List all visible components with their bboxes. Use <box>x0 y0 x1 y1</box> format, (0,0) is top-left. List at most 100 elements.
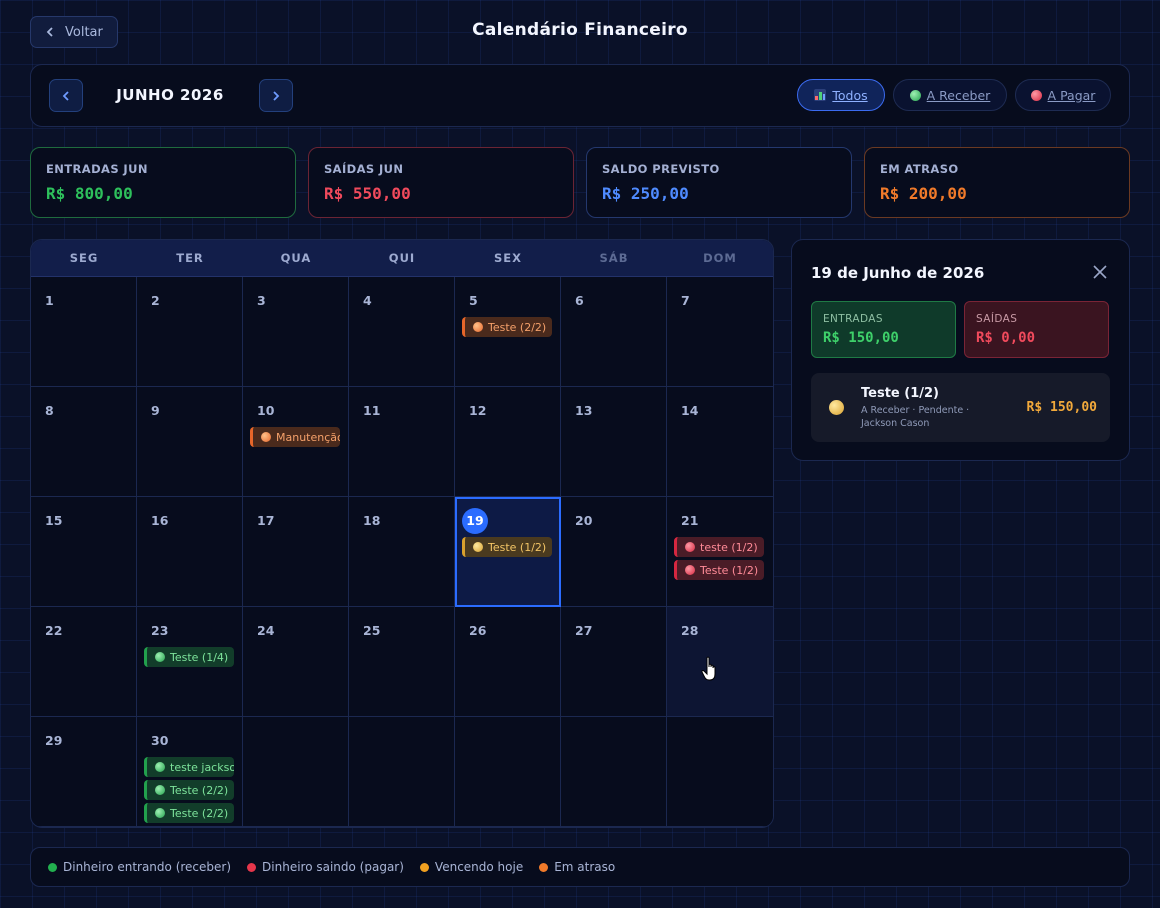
day-cell-6[interactable]: 6 <box>561 277 667 387</box>
event-chip[interactable]: Teste (1/2) <box>462 537 552 557</box>
weekday-label: QUI <box>388 251 416 265</box>
day-cell-8[interactable]: 8 <box>31 387 137 497</box>
transaction-subtitle: A Receber · Pendente · Jackson Cason <box>861 405 970 429</box>
detail-saidas-value: R$ 0,00 <box>976 330 1036 346</box>
event-chip[interactable]: Teste (2/2) <box>144 780 234 800</box>
weekday-label: TER <box>176 251 204 265</box>
day-cell-27[interactable]: 27 <box>561 607 667 717</box>
day-cell-14[interactable]: 14 <box>667 387 773 497</box>
day-cell-19[interactable]: 19 Teste (1/2) <box>455 497 561 607</box>
day-cell-13[interactable]: 13 <box>561 387 667 497</box>
day-cell-26[interactable]: 26 <box>455 607 561 717</box>
day-number: 21 <box>681 513 699 528</box>
event-chip[interactable]: Manutenção <box>250 427 340 447</box>
next-month-button[interactable] <box>259 79 293 112</box>
day-cell-17[interactable]: 17 <box>243 497 349 607</box>
event-label: Teste (2/2) <box>170 806 229 820</box>
event-chip[interactable]: teste jackson <box>144 757 234 777</box>
red-dot-icon <box>685 542 695 552</box>
day-number: 6 <box>575 293 584 308</box>
detail-entradas-label: ENTRADAS <box>823 313 883 325</box>
day-cell-22[interactable]: 22 <box>31 607 137 717</box>
day-number: 7 <box>681 293 690 308</box>
day-cell-16[interactable]: 16 <box>137 497 243 607</box>
green-dot-icon <box>48 862 57 872</box>
day-cell-7[interactable]: 7 <box>667 277 773 387</box>
event-list: Teste (2/2) <box>462 317 560 337</box>
day-cell-3[interactable]: 3 <box>243 277 349 387</box>
day-cell-29[interactable]: 29 <box>31 717 137 827</box>
orange-dot-icon <box>539 862 549 872</box>
stat-card-saldo: SALDO PREVISTO R$ 250,00 <box>586 147 852 218</box>
chevron-right-icon <box>273 90 280 101</box>
event-label: Teste (1/4) <box>170 650 229 664</box>
close-icon[interactable] <box>1092 264 1108 280</box>
day-cell-23[interactable]: 23 Teste (1/4) <box>137 607 243 717</box>
legend-item: Em atraso <box>539 860 615 874</box>
day-cell-18[interactable]: 18 <box>349 497 455 607</box>
day-number: 1 <box>45 293 54 308</box>
filter-pagar-label: A Pagar <box>1047 87 1096 103</box>
empty-day-cell <box>243 717 349 827</box>
event-chip[interactable]: Teste (2/2) <box>462 317 552 337</box>
day-cell-10[interactable]: 10 Manutenção <box>243 387 349 497</box>
day-cell-5[interactable]: 5 Teste (2/2) <box>455 277 561 387</box>
stat-card-saidas: SAÍDAS JUN R$ 550,00 <box>308 147 574 218</box>
weekday-label: SEX <box>493 251 522 265</box>
empty-day-cell <box>455 717 561 827</box>
event-chip[interactable]: Teste (1/4) <box>144 647 234 667</box>
day-cell-21[interactable]: 21 teste (1/2) Teste (1/2) <box>667 497 773 607</box>
event-chip[interactable]: Teste (2/2) <box>144 803 234 823</box>
prev-month-button[interactable] <box>49 79 83 112</box>
day-cell-9[interactable]: 9 <box>137 387 243 497</box>
day-number: 24 <box>257 623 275 638</box>
day-cell-11[interactable]: 11 <box>349 387 455 497</box>
event-chip[interactable]: Teste (1/2) <box>674 560 764 580</box>
event-label: teste jackson <box>170 760 234 774</box>
filter-todos-label: Todos <box>832 87 868 103</box>
event-label: Teste (1/2) <box>488 540 547 554</box>
event-list: Teste (1/2) <box>462 537 560 557</box>
yellow-dot-icon <box>473 542 483 552</box>
hand-cursor-icon <box>701 656 716 681</box>
month-label: JUNHO 2026 <box>116 86 224 104</box>
day-cell-15[interactable]: 15 <box>31 497 137 607</box>
weekday-label: SEG <box>69 251 99 265</box>
day-cell-30[interactable]: 30teste jackson Teste (2/2) Teste (2/2) <box>137 717 243 827</box>
transaction-title: Teste (1/2) <box>861 386 939 401</box>
stat-value: R$ 800,00 <box>46 184 133 203</box>
day-number: 16 <box>151 513 169 528</box>
day-cell-4[interactable]: 4 <box>349 277 455 387</box>
day-cell-24[interactable]: 24 <box>243 607 349 717</box>
event-chip[interactable]: teste (1/2) <box>674 537 764 557</box>
day-number: 11 <box>363 403 381 418</box>
day-cell-2[interactable]: 2 <box>137 277 243 387</box>
stat-card-atraso: EM ATRASO R$ 200,00 <box>864 147 1130 218</box>
chevron-left-icon <box>62 90 69 101</box>
red-dot-icon <box>1030 89 1042 101</box>
yellow-dot-icon <box>419 862 429 872</box>
day-number: 13 <box>575 403 593 418</box>
empty-day-cell <box>667 717 773 827</box>
day-number: 9 <box>151 403 160 418</box>
filter-receber-button[interactable]: A Receber <box>893 79 1007 111</box>
weekday-header: SEG TER QUA QUI SEX SÁB DOM <box>31 240 773 277</box>
day-cell-1[interactable]: 1 <box>31 277 137 387</box>
legend-item: Dinheiro saindo (pagar) <box>247 860 404 874</box>
filter-todos-button[interactable]: Todos <box>797 79 885 111</box>
stat-value: R$ 200,00 <box>880 184 967 203</box>
day-cell-12[interactable]: 12 <box>455 387 561 497</box>
day-cell-20[interactable]: 20 <box>561 497 667 607</box>
event-label: Teste (2/2) <box>170 783 229 797</box>
filter-receber-label: A Receber <box>926 87 991 103</box>
day-grid: 1 2 3 4 5 Teste (2/2) 6 7 8 9 10 Manutenção 11 12 13 14… <box>31 277 773 827</box>
yellow-dot-icon <box>829 400 844 415</box>
event-list: teste (1/2) Teste (1/2) <box>674 537 773 580</box>
filter-pagar-button[interactable]: A Pagar <box>1015 79 1111 111</box>
detail-transaction-item[interactable]: Teste (1/2) A Receber · Pendente · Jacks… <box>811 373 1110 442</box>
day-cell-25[interactable]: 25 <box>349 607 455 717</box>
day-number: 17 <box>257 513 275 528</box>
event-label: Teste (1/2) <box>700 563 759 577</box>
stat-label: SAÍDAS JUN <box>324 162 404 176</box>
legend-item: Dinheiro entrando (receber) <box>48 860 231 874</box>
